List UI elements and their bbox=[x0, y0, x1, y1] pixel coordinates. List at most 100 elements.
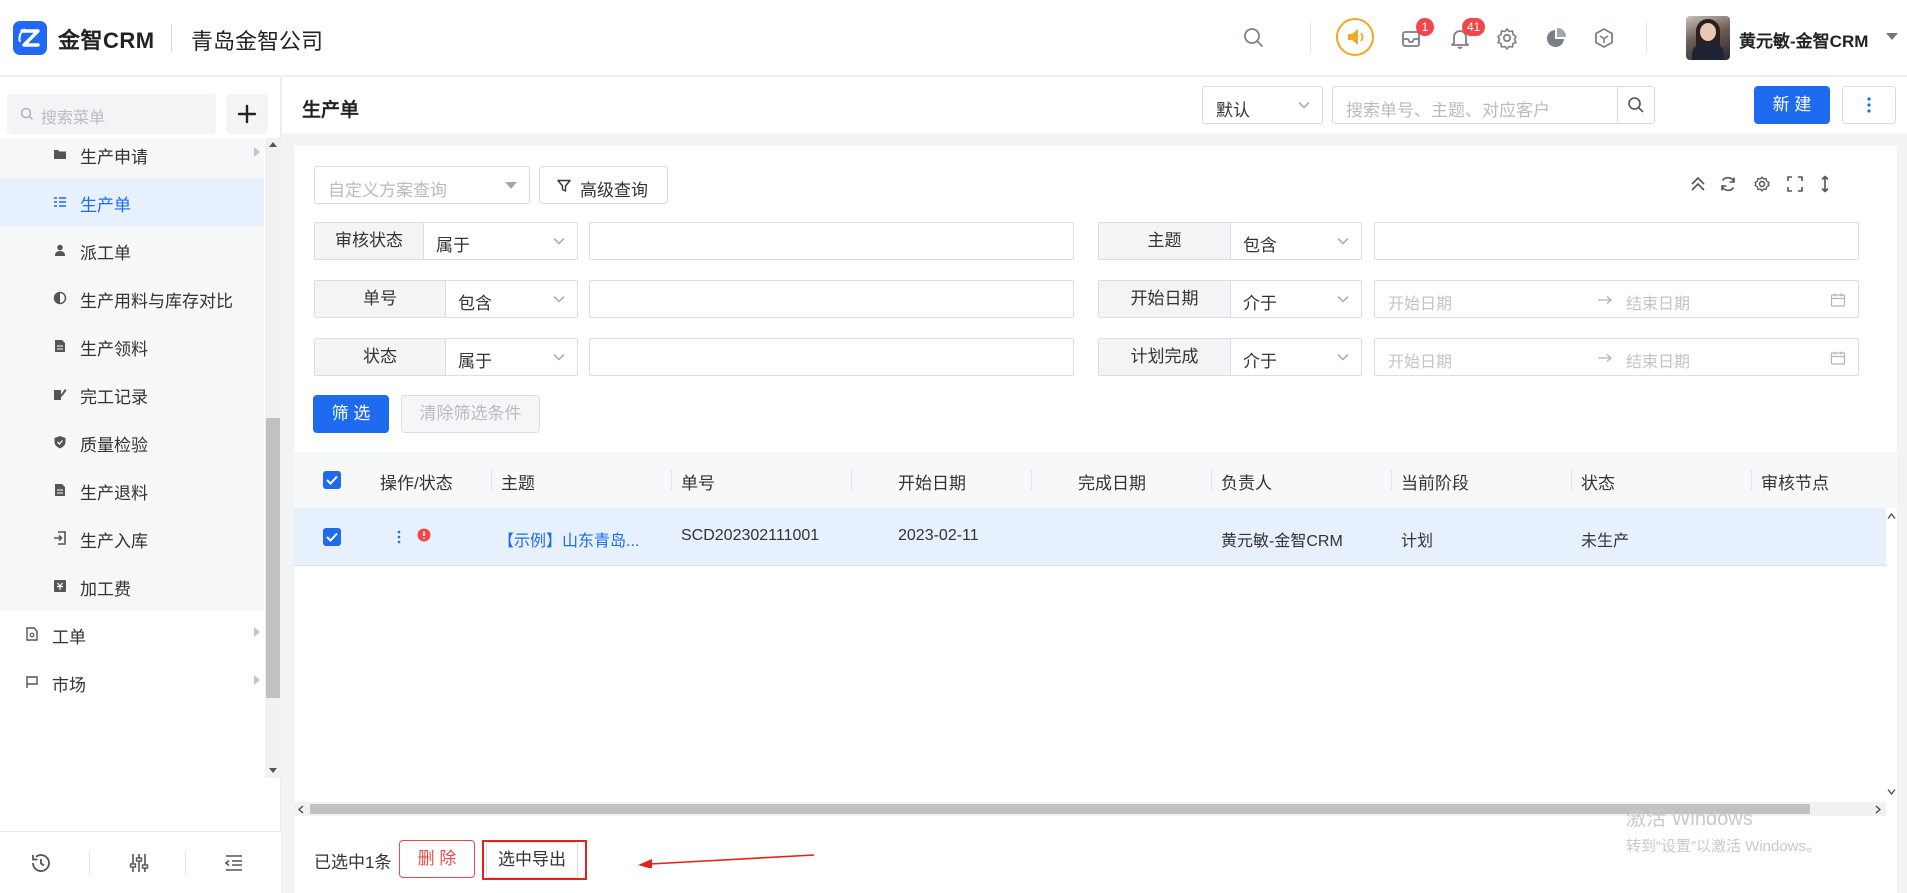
filter-op-status[interactable]: 属于 bbox=[446, 338, 578, 376]
gear-icon[interactable] bbox=[1493, 24, 1521, 52]
fullscreen-icon[interactable] bbox=[1785, 174, 1805, 194]
collapse-up-icon[interactable] bbox=[1688, 174, 1708, 194]
view-select[interactable]: 默认 bbox=[1202, 86, 1323, 124]
refresh-icon[interactable] bbox=[1718, 174, 1738, 194]
row-subject-link[interactable]: 【示例】山东青岛... bbox=[498, 527, 639, 551]
sidebar-item-quality-inspection[interactable]: 质量检验 bbox=[0, 418, 264, 466]
user-menu-caret-icon[interactable] bbox=[1886, 33, 1898, 40]
custom-scheme-placeholder: 自定义方案查询 bbox=[328, 181, 447, 200]
sidebar-item-label: 质量检验 bbox=[80, 436, 148, 455]
sidebar-group-market[interactable]: 市场 bbox=[0, 658, 264, 706]
filter-input-status[interactable] bbox=[589, 338, 1074, 376]
sidebar-item-material-requisition[interactable]: 生产领料 bbox=[0, 322, 264, 370]
selected-count: 已选中1条 bbox=[314, 853, 392, 872]
sidebar-item-material-return[interactable]: 生产退料 bbox=[0, 466, 264, 514]
search-icon[interactable] bbox=[1240, 24, 1268, 52]
company-name[interactable]: 青岛金智公司 bbox=[191, 24, 323, 56]
scroll-up-icon[interactable] bbox=[269, 142, 277, 147]
column-header-stage[interactable]: 当前阶段 bbox=[1401, 469, 1469, 494]
table-row[interactable]: 【示例】山东青岛... SCD202302111001 2023-02-11 黄… bbox=[294, 508, 1886, 566]
column-header-status[interactable]: 状态 bbox=[1581, 469, 1615, 494]
worker-icon bbox=[55, 244, 65, 256]
username[interactable]: 黄元敏-金智CRM bbox=[1739, 27, 1868, 52]
column-header-subject[interactable]: 主题 bbox=[501, 469, 535, 494]
column-header-actions[interactable]: 操作/状态 bbox=[380, 469, 453, 494]
row-actions-dots-icon[interactable] bbox=[396, 529, 402, 545]
custom-scheme-select[interactable]: 自定义方案查询 bbox=[314, 166, 530, 204]
sidebar-scrollbar[interactable] bbox=[265, 138, 281, 778]
select-all-checkbox[interactable] bbox=[323, 471, 341, 489]
sidebar-item-processing-fee[interactable]: 加工费 bbox=[0, 562, 264, 610]
announcement-speaker-icon[interactable] bbox=[1336, 18, 1374, 56]
column-header-audit-node[interactable]: 审核节点 bbox=[1761, 469, 1829, 494]
sidebar-item-production-warehousing[interactable]: 生产入库 bbox=[0, 514, 264, 562]
sidebar-item-label: 生产领料 bbox=[80, 340, 148, 359]
chevron-down-icon bbox=[1337, 353, 1349, 361]
row-checkbox[interactable] bbox=[323, 528, 341, 546]
caret-right-icon bbox=[254, 627, 260, 637]
sidebar-group-ticket[interactable]: 工单 bbox=[0, 610, 264, 658]
sidebar-item-dispatch-order[interactable]: 派工单 bbox=[0, 226, 264, 274]
clear-filters-button[interactable]: 清除筛选条件 bbox=[401, 395, 540, 433]
sidebar-item-label: 生产退料 bbox=[80, 484, 148, 503]
sidebar-item-production-request[interactable]: 生产申请 bbox=[0, 138, 264, 178]
chevron-down-icon bbox=[553, 237, 565, 245]
new-button[interactable]: 新 建 bbox=[1754, 86, 1830, 124]
record-search-input[interactable]: 搜索单号、主题、对应客户 bbox=[1332, 86, 1618, 124]
filter-button[interactable]: 筛 选 bbox=[313, 395, 389, 433]
search-button[interactable] bbox=[1617, 86, 1655, 124]
filter-op-start-date[interactable]: 介于 bbox=[1231, 280, 1362, 318]
horizontal-scroll-thumb[interactable] bbox=[310, 804, 1810, 814]
sidebar-scroll-thumb[interactable] bbox=[266, 418, 280, 698]
filter-op-order-number[interactable]: 包含 bbox=[446, 280, 578, 318]
sidebar-item-material-stock-compare[interactable]: 生产用料与库存对比 bbox=[0, 274, 264, 322]
filter-label-planned-completion: 计划完成 bbox=[1098, 338, 1231, 376]
sidebar-item-label: 生产单 bbox=[80, 196, 131, 215]
scroll-up-icon[interactable] bbox=[1887, 512, 1896, 520]
filter-label-status: 状态 bbox=[314, 338, 446, 376]
column-header-owner[interactable]: 负责人 bbox=[1221, 469, 1272, 494]
advanced-query-button[interactable]: 高级查询 bbox=[539, 166, 668, 204]
row-height-icon[interactable] bbox=[1815, 174, 1835, 194]
column-header-number[interactable]: 单号 bbox=[681, 469, 715, 494]
cube-icon[interactable] bbox=[1590, 24, 1618, 52]
menu-search-input[interactable]: 搜索菜单 bbox=[7, 94, 216, 134]
filter-op-audit-status[interactable]: 属于 bbox=[424, 222, 578, 260]
pie-chart-icon[interactable] bbox=[1542, 24, 1570, 52]
checkmark-icon bbox=[326, 532, 338, 542]
add-menu-button[interactable] bbox=[226, 94, 268, 134]
sidebar-footer bbox=[0, 831, 281, 893]
filter-input-subject[interactable] bbox=[1374, 222, 1859, 260]
date-range-start-date[interactable]: 开始日期 结束日期 bbox=[1374, 280, 1859, 318]
date-range-planned-completion[interactable]: 开始日期 结束日期 bbox=[1374, 338, 1859, 376]
delete-button[interactable]: 删 除 bbox=[399, 840, 475, 878]
scroll-right-icon[interactable] bbox=[1874, 805, 1882, 814]
sidebar-item-label: 市场 bbox=[52, 676, 86, 695]
filter-op-planned-completion[interactable]: 介于 bbox=[1231, 338, 1362, 376]
chevron-down-icon bbox=[553, 353, 565, 361]
scroll-down-icon[interactable] bbox=[269, 768, 277, 773]
scroll-down-icon[interactable] bbox=[1887, 788, 1896, 796]
filter-input-audit-status[interactable] bbox=[589, 222, 1074, 260]
table-vertical-scrollbar[interactable] bbox=[1886, 508, 1897, 802]
filter-op-value: 属于 bbox=[458, 352, 492, 371]
column-header-start-date[interactable]: 开始日期 bbox=[898, 469, 966, 494]
collapse-menu-icon[interactable] bbox=[221, 850, 247, 876]
history-icon[interactable] bbox=[28, 850, 54, 876]
row-number: SCD202302111001 bbox=[681, 527, 820, 544]
settings-icon[interactable] bbox=[1752, 174, 1772, 194]
filter-label-order-number: 单号 bbox=[314, 280, 446, 318]
more-options-button[interactable] bbox=[1842, 86, 1896, 124]
chevron-down-icon bbox=[1337, 237, 1349, 245]
page-title: 生产单 bbox=[302, 100, 360, 121]
caret-down-icon bbox=[505, 182, 517, 189]
column-header-finish-date[interactable]: 完成日期 bbox=[1078, 469, 1146, 494]
sidebar-item-production-order[interactable]: 生产单 bbox=[0, 178, 264, 226]
scroll-left-icon[interactable] bbox=[297, 805, 305, 814]
filter-op-value: 介于 bbox=[1243, 294, 1277, 313]
filter-op-subject[interactable]: 包含 bbox=[1231, 222, 1362, 260]
sidebar-item-completion-record[interactable]: 完工记录 bbox=[0, 370, 264, 418]
filter-input-order-number[interactable] bbox=[589, 280, 1074, 318]
sliders-icon[interactable] bbox=[126, 850, 152, 876]
avatar[interactable] bbox=[1686, 16, 1730, 60]
